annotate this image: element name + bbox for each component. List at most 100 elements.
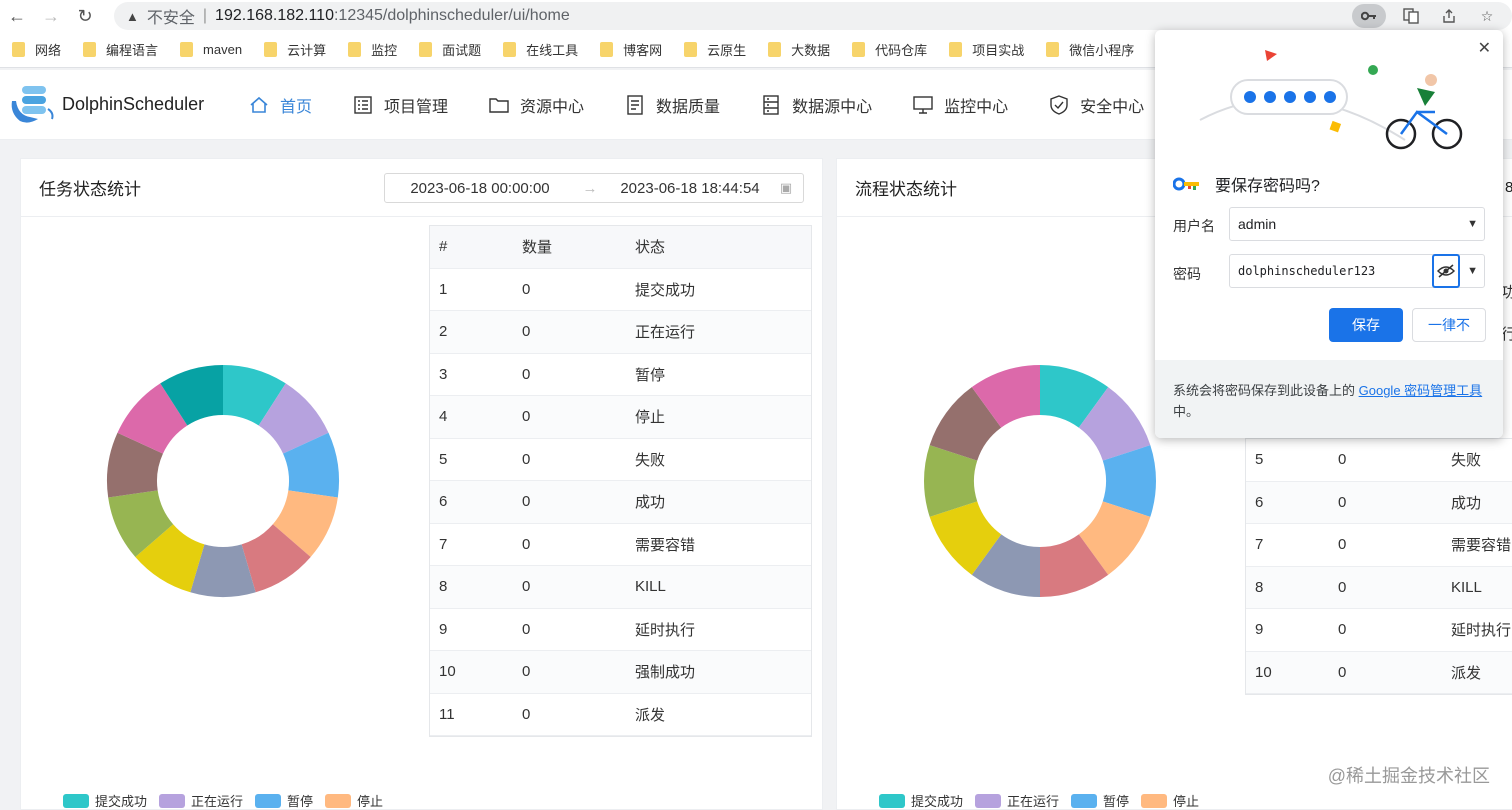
menu-item-security[interactable]: 安全中心 bbox=[1048, 70, 1144, 140]
never-button[interactable]: 一律不 bbox=[1412, 308, 1486, 342]
bookmark-item[interactable]: 代码仓库 bbox=[852, 40, 927, 59]
reload-button[interactable]: ↻ bbox=[68, 0, 102, 32]
table-cell: 7 bbox=[439, 535, 448, 553]
folder-icon bbox=[12, 42, 25, 57]
legend-swatch bbox=[63, 793, 89, 808]
bookmark-item[interactable]: 编程语言 bbox=[83, 40, 158, 59]
table-cell: 0 bbox=[522, 578, 531, 596]
key-icon[interactable] bbox=[1352, 4, 1386, 28]
menu-item-monitor[interactable]: 监控中心 bbox=[912, 70, 1008, 140]
bookmark-item[interactable]: 微信小程序 bbox=[1046, 40, 1134, 59]
legend-item[interactable]: 正在运行 bbox=[975, 791, 1059, 810]
legend-item[interactable]: 正在运行 bbox=[159, 791, 243, 810]
bookmark-item[interactable]: 面试题 bbox=[419, 40, 481, 59]
legend-item[interactable]: 暂停 bbox=[255, 791, 313, 810]
menu-item-data-quality[interactable]: 数据质量 bbox=[624, 70, 720, 140]
legend-item[interactable]: 提交成功 bbox=[63, 791, 147, 810]
folder-icon bbox=[684, 42, 698, 57]
table-cell: 4 bbox=[439, 408, 448, 426]
legend-item[interactable]: 停止 bbox=[1141, 791, 1199, 810]
legend-swatch bbox=[1071, 793, 1098, 808]
translate-icon[interactable] bbox=[1398, 4, 1424, 28]
table-cell: 0 bbox=[1338, 493, 1347, 511]
task-status-table: # 数量 状态 1 0 提交成功 2 0 正在运行 3 0 暂停 4 0 停止 5 0 失败 6 0 成功 7 0 需要… bbox=[429, 225, 812, 737]
legend-item[interactable]: 暂停 bbox=[1071, 791, 1129, 810]
share-icon[interactable] bbox=[1436, 4, 1462, 28]
folder-icon bbox=[180, 42, 194, 57]
star-icon[interactable]: ☆ bbox=[1474, 4, 1500, 28]
address-bar[interactable]: ▲ 不安全 | 192.168.182.110:12345/dolphinsch… bbox=[114, 2, 1512, 30]
legend-label: 正在运行 bbox=[191, 794, 244, 809]
table-row: 5 0 失败 bbox=[430, 438, 811, 481]
menu-item-resources[interactable]: 资源中心 bbox=[488, 70, 584, 140]
password-field[interactable]: dolphinscheduler123 ▼ bbox=[1229, 254, 1485, 288]
legend-label: 暂停 bbox=[1103, 794, 1130, 809]
bookmark-item[interactable]: 在线工具 bbox=[503, 40, 578, 59]
table-cell: 暂停 bbox=[635, 366, 666, 384]
date-start[interactable]: 2023-06-18 00:00:00 bbox=[385, 180, 575, 197]
folder-icon bbox=[348, 42, 362, 57]
folder-icon bbox=[949, 42, 963, 57]
bookmark-item[interactable]: maven bbox=[180, 42, 242, 57]
back-button[interactable]: ← bbox=[0, 0, 34, 32]
username-field[interactable]: admin ▼ bbox=[1229, 207, 1485, 241]
table-row: 8 0 KILL bbox=[1246, 566, 1512, 609]
bookmark-item[interactable]: 监控 bbox=[348, 40, 397, 59]
chevron-down-icon[interactable]: ▼ bbox=[1467, 218, 1478, 230]
bookmark-item[interactable]: 项目实战 bbox=[949, 40, 1024, 59]
app-logo[interactable]: DolphinScheduler bbox=[8, 83, 228, 127]
table-row: 10 0 派发 bbox=[1246, 651, 1512, 694]
table-row: 7 0 需要容错 bbox=[430, 523, 811, 566]
table-row: 3 0 暂停 bbox=[430, 353, 811, 396]
calendar-icon[interactable]: ▣ bbox=[775, 180, 797, 196]
table-cell: 强制成功 bbox=[635, 664, 696, 682]
task-status-donut-chart bbox=[107, 365, 339, 597]
table-cell: 0 bbox=[522, 408, 531, 426]
menu-item-home[interactable]: 首页 bbox=[248, 70, 312, 140]
arrow-right-icon: → bbox=[582, 179, 598, 197]
url-path: :12345/dolphinscheduler/ui/home bbox=[333, 7, 570, 24]
legend-swatch bbox=[325, 793, 352, 808]
table-row: 7 0 需要容错 bbox=[1246, 524, 1512, 567]
table-row: 2 0 正在运行 bbox=[430, 311, 811, 354]
dialog-footer: 系统会将密码保存到此设备上的 Google 密码管理工具中。 bbox=[1155, 360, 1503, 438]
table-row: 1 0 提交成功 bbox=[430, 268, 811, 311]
legend-label: 停止 bbox=[357, 794, 384, 809]
table-cell: 正在运行 bbox=[635, 324, 696, 342]
hide-password-icon[interactable] bbox=[1432, 254, 1460, 288]
table-cell: 7 bbox=[1255, 536, 1264, 554]
legend-item[interactable]: 停止 bbox=[325, 791, 383, 810]
warning-icon[interactable]: ▲ bbox=[126, 9, 139, 24]
date-end[interactable]: 2023-06-18 18:44:54 bbox=[605, 180, 775, 197]
bookmark-item[interactable]: 大数据 bbox=[768, 40, 830, 59]
url-separator: | bbox=[202, 7, 208, 24]
table-cell: 0 bbox=[522, 620, 531, 638]
bookmark-item[interactable]: 云原生 bbox=[684, 40, 746, 59]
table-cell: 停止 bbox=[635, 409, 666, 427]
menu-item-projects[interactable]: 项目管理 bbox=[352, 70, 448, 140]
date-range-fragment: 8 bbox=[1505, 179, 1512, 196]
table-cell: 6 bbox=[439, 493, 448, 511]
forward-button[interactable]: → bbox=[34, 0, 68, 32]
table-cell: 0 bbox=[522, 323, 531, 341]
menu-item-datasource[interactable]: 数据源中心 bbox=[760, 70, 872, 140]
bookmark-item[interactable]: 博客网 bbox=[600, 40, 662, 59]
username-label: 用户名 bbox=[1173, 218, 1215, 234]
bookmark-item[interactable]: 云计算 bbox=[264, 40, 326, 59]
save-button[interactable]: 保存 bbox=[1329, 308, 1403, 342]
table-cell: 0 bbox=[1338, 536, 1347, 554]
date-range-picker[interactable]: 2023-06-18 00:00:00 → 2023-06-18 18:44:5… bbox=[384, 173, 804, 203]
legend-swatch bbox=[1141, 793, 1168, 808]
chevron-down-icon[interactable]: ▼ bbox=[1467, 265, 1478, 277]
legend-label: 提交成功 bbox=[911, 794, 964, 809]
app-name: DolphinScheduler bbox=[62, 94, 205, 114]
table-cell: 9 bbox=[1255, 621, 1264, 639]
table-row: 8 0 KILL bbox=[430, 566, 811, 609]
legend-label: 停止 bbox=[1173, 794, 1200, 809]
table-row: 6 0 成功 bbox=[1246, 481, 1512, 524]
bookmark-item[interactable]: 网络 bbox=[12, 40, 61, 59]
legend-label: 正在运行 bbox=[1007, 794, 1060, 809]
legend-item[interactable]: 提交成功 bbox=[879, 791, 963, 810]
password-manager-link[interactable]: Google 密码管理工具 bbox=[1359, 383, 1483, 398]
close-icon[interactable]: ✕ bbox=[1478, 38, 1491, 58]
